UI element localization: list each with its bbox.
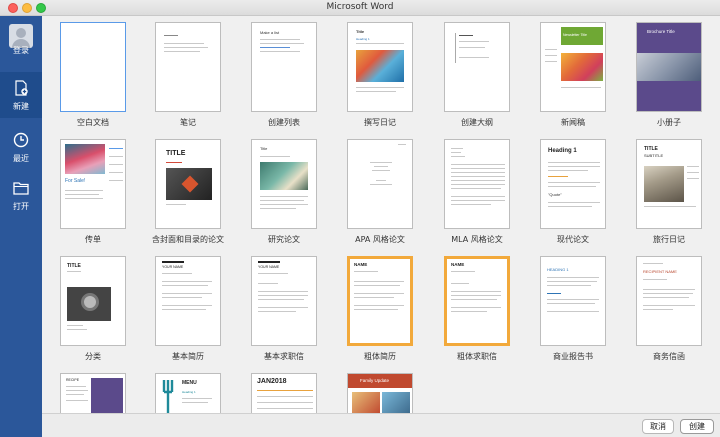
photo-image	[356, 50, 404, 82]
thumb-text: Heading 1	[356, 37, 370, 41]
template-report-with-cover[interactable]: TITLE	[155, 139, 221, 229]
template-bold-resume[interactable]: NAME	[347, 256, 413, 346]
template-basic-resume[interactable]: YOUR NAME	[155, 256, 221, 346]
thumb-text: YOUR NAME	[258, 265, 280, 269]
template-label: 撰写日记	[364, 118, 396, 127]
cancel-button[interactable]: 取消	[642, 419, 674, 434]
template-notes[interactable]	[155, 22, 221, 112]
thumb-text: TITLE	[67, 263, 81, 269]
template-newsletter[interactable]: Newsletter Title	[540, 22, 606, 112]
template-brochure[interactable]: Brochure Title	[636, 22, 702, 112]
thumb-text: NAME	[451, 262, 465, 267]
template-label: 基本求职信	[264, 352, 304, 361]
thumb-text: Title	[260, 146, 268, 151]
template-apa-paper[interactable]	[347, 139, 413, 229]
new-document-icon	[15, 80, 28, 96]
sidebar-item-recent[interactable]: 最近	[0, 124, 42, 170]
thumb-text: JAN2018	[257, 378, 287, 385]
template-write-journal[interactable]: Title Heading 1	[347, 22, 413, 112]
template-label: APA 风格论文	[355, 235, 405, 244]
template-bold-cover-letter[interactable]: NAME	[444, 256, 510, 346]
title-bar: Microsoft Word	[0, 0, 720, 16]
template-research-paper[interactable]: Title	[251, 139, 317, 229]
template-label: 现代论文	[557, 235, 589, 244]
thumb-text: Brochure Title	[647, 29, 675, 34]
template-label: MLA 风格论文	[451, 235, 503, 244]
window-title: Microsoft Word	[326, 2, 394, 12]
template-gallery: 空白文档 笔记 Make a list 创建列表 Title Heading 1…	[42, 16, 720, 413]
sidebar: 登录 新建 最近 打开	[0, 16, 42, 437]
template-label: 创建大纲	[461, 118, 493, 127]
template-label: 旅行日记	[653, 235, 685, 244]
thumb-text: MENU	[182, 380, 197, 386]
clock-icon	[13, 132, 29, 148]
sidebar-item-label: 打开	[13, 202, 29, 211]
template-flyer[interactable]: For Sale!	[60, 139, 126, 229]
thumb-text: Heading 1	[182, 390, 196, 394]
template-label: 新闻稿	[561, 118, 585, 127]
thumb-text: Make a list	[260, 30, 280, 35]
template-label: 小册子	[657, 118, 681, 127]
thumb-text: Family Update	[360, 378, 390, 383]
sidebar-item-new[interactable]: 新建	[0, 72, 42, 118]
thumb-text: HEADING 1	[547, 267, 569, 272]
template-classification[interactable]: TITLE	[60, 256, 126, 346]
template-create-outline[interactable]	[444, 22, 510, 112]
template-label: 基本简历	[172, 352, 204, 361]
template-label: 商业报告书	[553, 352, 593, 361]
thumb-text: YOUR NAME	[162, 265, 184, 269]
template-menu[interactable]: MENU Heading 1	[155, 373, 221, 413]
photo-image	[644, 166, 684, 202]
photo-image	[382, 392, 410, 413]
template-make-a-list[interactable]: Make a list	[251, 22, 317, 112]
template-label: 创建列表	[268, 118, 300, 127]
create-button[interactable]: 创建	[680, 419, 714, 434]
thumb-text: For Sale!	[65, 178, 86, 184]
word-new-document-window: Microsoft Word 登录 新建 最近 打开 空白文档 笔记 Make …	[0, 0, 720, 437]
template-basic-cover-letter[interactable]: YOUR NAME	[251, 256, 317, 346]
sidebar-item-label: 新建	[13, 102, 29, 111]
template-recipe[interactable]: RECIPE	[60, 373, 126, 413]
sidebar-item-sign-in[interactable]: 登录	[0, 16, 42, 62]
thumb-text: Heading 1	[548, 148, 577, 154]
thumb-text: Title	[356, 29, 365, 34]
template-calendar[interactable]: JAN2018	[251, 373, 317, 413]
photo-image	[561, 53, 603, 81]
template-label: 含封面和目录的论文	[152, 235, 224, 244]
photo-image	[65, 144, 105, 174]
template-mla-paper[interactable]	[444, 139, 510, 229]
template-travel-journal[interactable]: TITLE SUBTITLE	[636, 139, 702, 229]
template-label: 粗体简历	[364, 352, 396, 361]
template-label: 研究论文	[268, 235, 300, 244]
photo-image	[352, 392, 380, 413]
fork-icon	[162, 380, 174, 413]
dialog-footer: 取消 创建	[42, 413, 720, 437]
thumb-text: SUBTITLE	[644, 153, 664, 158]
template-label: 商务信函	[653, 352, 685, 361]
thumb-text: RECIPIENT NAME	[643, 269, 677, 274]
thumb-text: "Quote"	[548, 192, 562, 197]
template-family-update[interactable]: Family Update	[347, 373, 413, 413]
template-business-report[interactable]: HEADING 1	[540, 256, 606, 346]
photo-image	[260, 162, 308, 190]
template-label: 笔记	[180, 118, 196, 127]
sidebar-item-label: 最近	[13, 154, 29, 163]
sidebar-item-open[interactable]: 打开	[0, 172, 42, 218]
thumb-text: TITLE	[166, 150, 186, 157]
template-business-letter[interactable]: RECIPIENT NAME	[636, 256, 702, 346]
folder-icon	[13, 182, 29, 195]
thumb-text: Newsletter Title	[563, 33, 587, 37]
photo-image	[637, 53, 701, 81]
sidebar-item-label: 登录	[13, 46, 29, 55]
thumb-text: RECIPE	[66, 378, 80, 382]
thumb-text: TITLE	[644, 146, 658, 152]
template-label: 粗体求职信	[457, 352, 497, 361]
template-modern-paper[interactable]: Heading 1 "Quote"	[540, 139, 606, 229]
template-blank-document[interactable]	[60, 22, 126, 112]
thumb-text: NAME	[354, 262, 368, 267]
